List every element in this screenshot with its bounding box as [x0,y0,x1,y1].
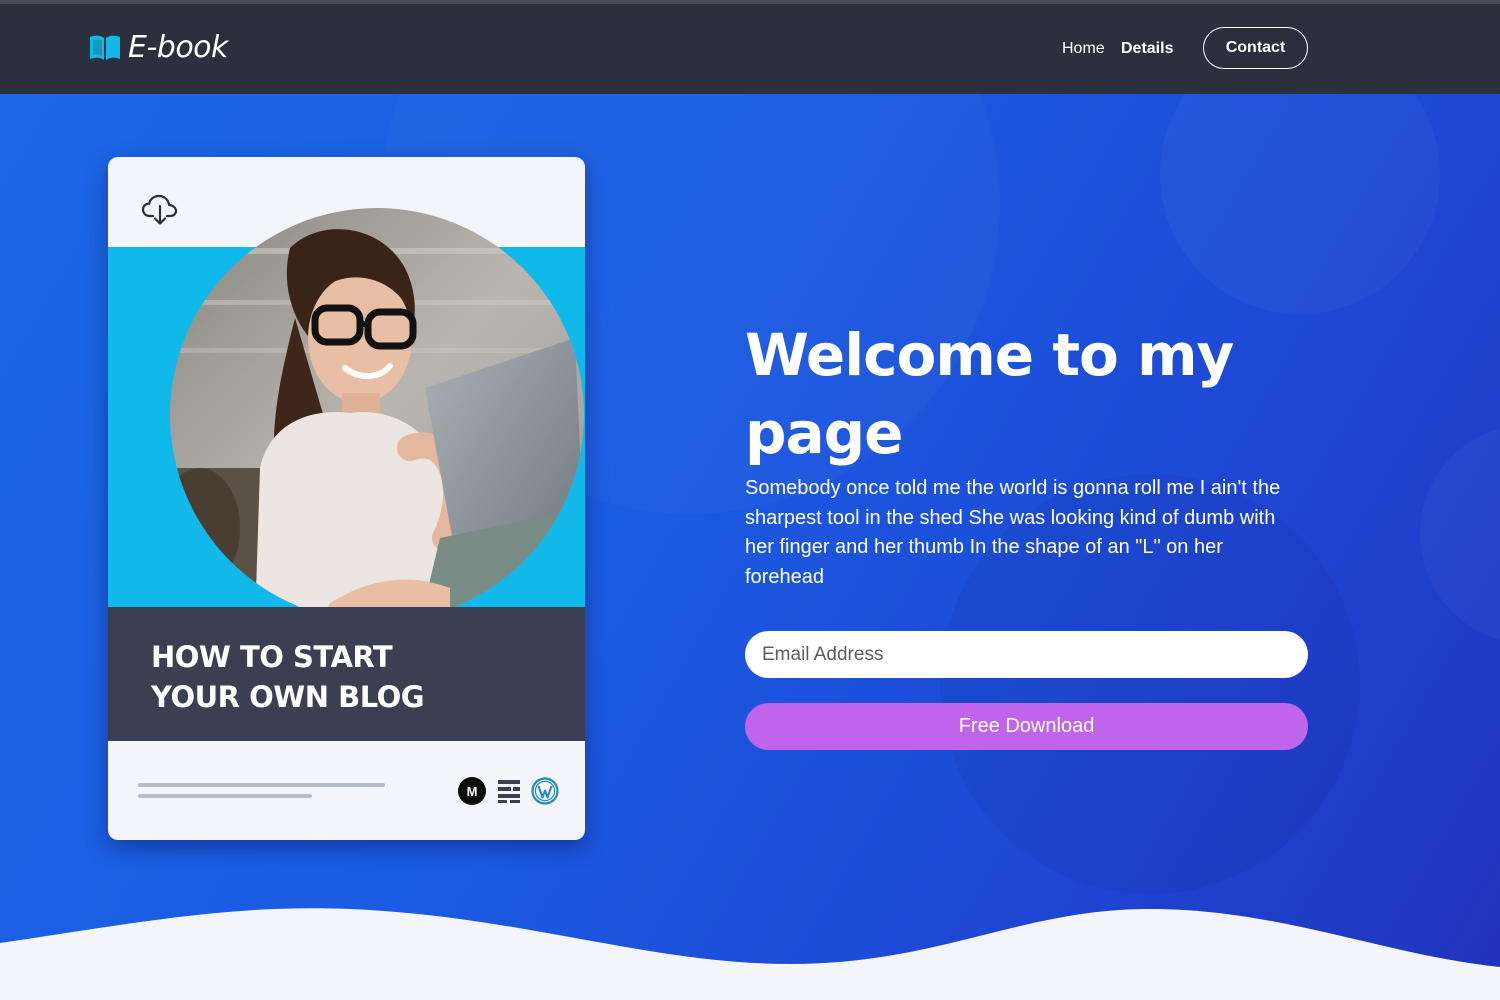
navbar: E-book Home Details Contact [0,4,1500,94]
logo-text: E-book [128,30,228,65]
hero-section: HOW TO START YOUR OWN BLOG M Welcome to … [0,94,1500,1000]
logo[interactable]: E-book [88,30,228,65]
nav-home-link[interactable]: Home [1062,40,1105,58]
nav-details-link[interactable]: Details [1121,40,1173,58]
contact-button[interactable]: Contact [1203,27,1308,69]
open-book-icon [90,35,120,60]
bottom-wave [0,908,1500,1000]
